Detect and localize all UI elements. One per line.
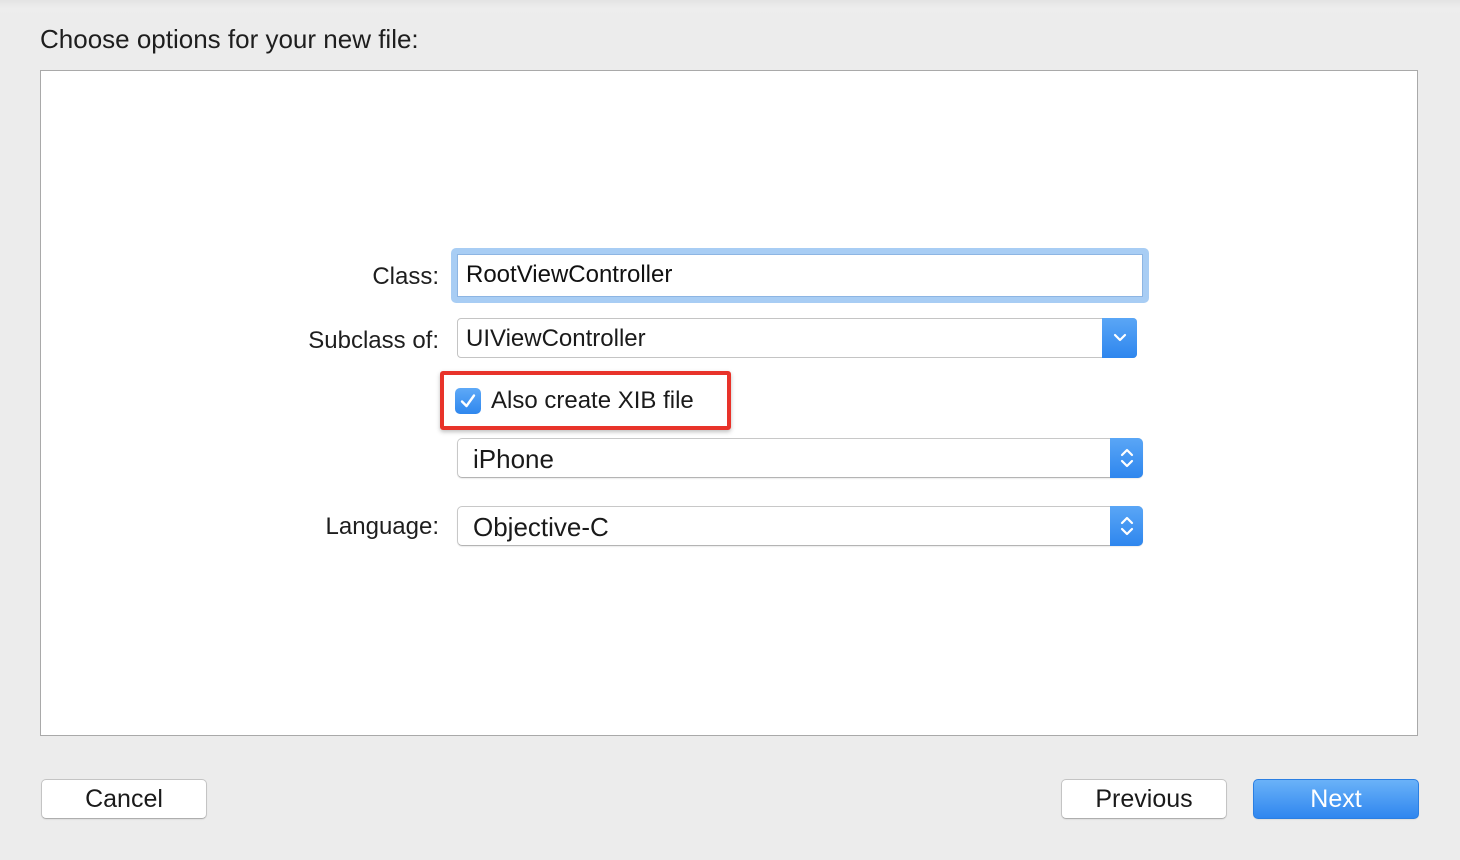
class-name-value[interactable]: RootViewController (457, 254, 1143, 297)
new-file-options-dialog: Choose options for your new file: Class:… (0, 0, 1460, 860)
xib-checkbox[interactable] (455, 388, 481, 414)
subclass-combobox[interactable]: UIViewController (457, 318, 1137, 358)
class-name-field[interactable]: RootViewController (451, 248, 1149, 303)
subclass-value[interactable]: UIViewController (466, 324, 646, 354)
xib-checkbox-row[interactable]: Also create XIB file (455, 386, 694, 416)
dialog-title: Choose options for your new file: (40, 24, 419, 54)
device-value[interactable]: iPhone (473, 443, 554, 475)
subclass-dropdown-button[interactable] (1102, 318, 1137, 358)
language-value[interactable]: Objective-C (473, 511, 609, 543)
language-label: Language: (325, 513, 439, 540)
chevron-up-down-icon (1120, 448, 1133, 468)
xib-checkbox-label[interactable]: Also create XIB file (491, 386, 694, 416)
subclass-label: Subclass of: (308, 327, 439, 354)
chevron-up-down-icon (1120, 516, 1133, 536)
next-button[interactable]: Next (1253, 779, 1419, 819)
language-popup-button[interactable] (1110, 506, 1143, 546)
class-label: Class: (372, 263, 439, 290)
device-popup[interactable]: iPhone (457, 438, 1143, 478)
cancel-button[interactable]: Cancel (41, 779, 207, 819)
previous-button[interactable]: Previous (1061, 779, 1227, 819)
checkmark-icon (460, 394, 476, 408)
language-popup[interactable]: Objective-C (457, 506, 1143, 546)
chevron-down-icon (1113, 333, 1126, 342)
device-popup-button[interactable] (1110, 438, 1143, 478)
